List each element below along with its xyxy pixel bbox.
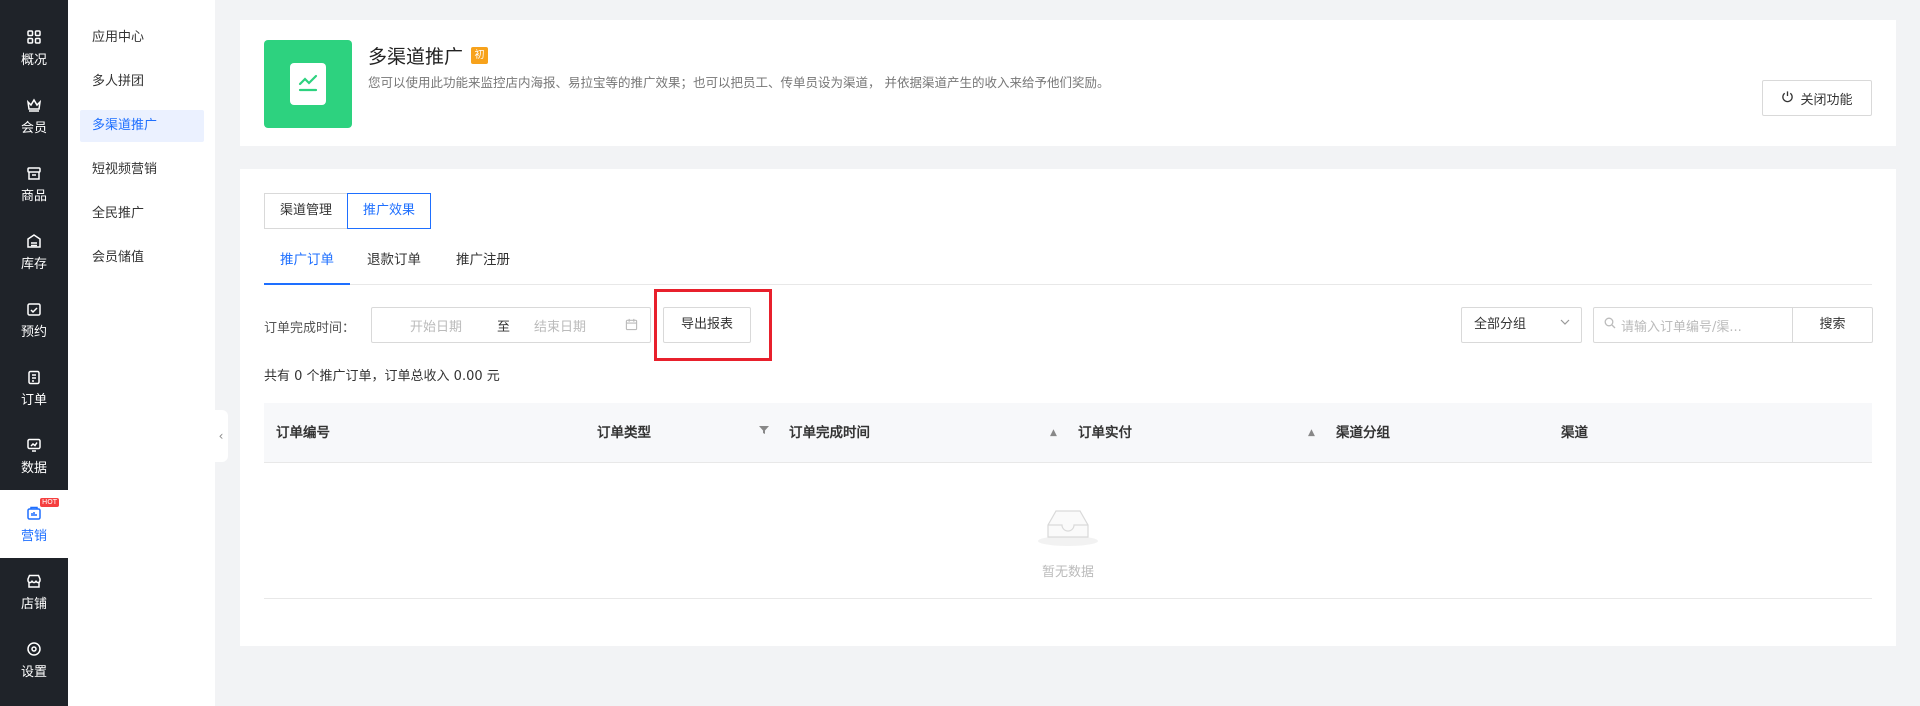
column-order-number: 订单编号 xyxy=(276,425,330,441)
inventory-icon xyxy=(25,232,43,250)
hot-badge: HOT xyxy=(40,498,60,507)
column-completion-time: 订单完成时间 xyxy=(789,425,870,441)
nav-item-members[interactable]: 会员 xyxy=(0,82,68,150)
main-nav: 概况 会员 商品 库存 预约 订单 数据 HOT 营销 店铺 设置 xyxy=(0,0,68,706)
nav-label: 商品 xyxy=(20,189,47,204)
table-header: 订单编号 订单类型 订单完成时间 ▲ 订单实付 ▲ 渠道分组 渠道 xyxy=(264,403,1872,463)
search-placeholder: 请输入订单编号/渠... xyxy=(1621,319,1742,335)
sort-icon[interactable]: ▲ xyxy=(1308,403,1315,463)
nav-item-data[interactable]: 数据 xyxy=(0,422,68,490)
nav-label: 订单 xyxy=(20,393,47,408)
nav-label: 店铺 xyxy=(20,597,47,612)
settings-icon xyxy=(25,640,43,658)
power-icon xyxy=(1781,90,1794,107)
feature-header-card: 多渠道推广 初 您可以使用此功能来监控店内海报、易拉宝等的推广效果；也可以把员工… xyxy=(240,20,1896,146)
close-feature-button[interactable]: 关闭功能 xyxy=(1762,80,1872,116)
search-button[interactable]: 搜索 xyxy=(1792,308,1872,342)
tab-promotion-orders[interactable]: 推广订单 xyxy=(264,241,350,285)
column-paid-amount: 订单实付 xyxy=(1078,425,1132,441)
level-badge: 初 xyxy=(471,47,489,64)
group-select[interactable]: 全部分组 xyxy=(1461,307,1582,343)
filter-icon[interactable] xyxy=(759,403,769,463)
nav-item-settings[interactable]: 设置 xyxy=(0,626,68,694)
nav-item-products[interactable]: 商品 xyxy=(0,150,68,218)
segment-control: 渠道管理 推广效果 xyxy=(264,193,432,229)
order-search: 请输入订单编号/渠... 搜索 xyxy=(1593,307,1873,343)
nav-item-overview[interactable]: 概况 xyxy=(0,14,68,82)
date-separator: 至 xyxy=(497,319,511,335)
calendar-check-icon xyxy=(25,300,43,318)
column-channel-group: 渠道分组 xyxy=(1336,425,1390,441)
nav-item-inventory[interactable]: 库存 xyxy=(0,218,68,286)
end-date-input[interactable]: 结束日期 xyxy=(534,316,586,335)
date-range-picker[interactable]: 开始日期 至 结束日期 xyxy=(371,307,651,343)
nav-label: 设置 xyxy=(20,665,47,680)
search-input[interactable]: 请输入订单编号/渠... xyxy=(1594,308,1792,342)
sub-menu: 应用中心 多人拼团 多渠道推广 短视频营销 全民推广 会员储值 xyxy=(68,0,215,706)
nav-item-booking[interactable]: 预约 xyxy=(0,286,68,354)
page-description: 您可以使用此功能来监控店内海报、易拉宝等的推广效果；也可以把员工、传单员设为渠道… xyxy=(368,75,1110,90)
order-summary: 共有 0 个推广订单，订单总收入 0.00 元 xyxy=(264,369,500,384)
chevron-down-icon xyxy=(1559,308,1571,342)
chart-monitor-icon xyxy=(25,436,43,454)
empty-text: 暂无数据 xyxy=(1041,565,1094,580)
nav-label: 概况 xyxy=(20,53,47,68)
trend-document-icon xyxy=(290,63,326,105)
main-card: 渠道管理 推广效果 推广订单 退款订单 推广注册 订单完成时间： 开始日期 至 … xyxy=(240,169,1896,646)
column-channel: 渠道 xyxy=(1561,425,1588,441)
grid-icon xyxy=(25,28,43,46)
submenu-item-group-buy[interactable]: 多人拼团 xyxy=(80,66,204,98)
shop-icon xyxy=(25,572,43,590)
app-icon xyxy=(264,40,352,128)
clipboard-icon xyxy=(25,368,43,386)
nav-label: 营销 xyxy=(20,529,47,544)
completion-time-label: 订单完成时间： xyxy=(264,321,356,336)
column-order-type: 订单类型 xyxy=(597,425,651,441)
tab-refund-orders[interactable]: 退款订单 xyxy=(367,241,421,285)
nav-label: 数据 xyxy=(20,461,47,476)
page-title: 多渠道推广 xyxy=(368,46,464,68)
segment-channel-management[interactable]: 渠道管理 xyxy=(264,193,349,229)
tab-promotion-registrations[interactable]: 推广注册 xyxy=(456,241,510,285)
sort-icon[interactable]: ▲ xyxy=(1050,403,1057,463)
empty-inbox-icon xyxy=(1036,503,1100,551)
start-date-input[interactable]: 开始日期 xyxy=(410,316,462,335)
submenu-item-app-center[interactable]: 应用中心 xyxy=(80,22,204,54)
nav-item-orders[interactable]: 订单 xyxy=(0,354,68,422)
nav-label: 会员 xyxy=(20,121,47,136)
empty-state: 暂无数据 xyxy=(264,463,1872,599)
crown-icon xyxy=(25,96,43,114)
calendar-icon xyxy=(625,318,638,335)
nav-label: 库存 xyxy=(20,257,47,272)
submenu-item-multichannel[interactable]: 多渠道推广 xyxy=(80,110,204,142)
submenu-item-stored-value[interactable]: 会员储值 xyxy=(80,242,204,274)
store-box-icon xyxy=(25,164,43,182)
nav-item-marketing[interactable]: HOT 营销 xyxy=(0,490,68,558)
nav-item-shop[interactable]: 店铺 xyxy=(0,558,68,626)
submenu-item-referral[interactable]: 全民推广 xyxy=(80,198,204,230)
submenu-item-short-video[interactable]: 短视频营销 xyxy=(80,154,204,186)
close-feature-label: 关闭功能 xyxy=(1800,92,1853,108)
export-report-button[interactable]: 导出报表 xyxy=(663,307,751,343)
nav-label: 预约 xyxy=(20,325,47,340)
search-icon xyxy=(1604,317,1616,333)
collapse-menu-handle[interactable]: ‹ xyxy=(214,410,228,462)
chevron-left-icon: ‹ xyxy=(218,429,224,443)
order-tabs: 推广订单 退款订单 推广注册 xyxy=(264,241,1872,285)
segment-promotion-effect[interactable]: 推广效果 xyxy=(347,193,432,229)
group-select-value: 全部分组 xyxy=(1474,317,1527,332)
